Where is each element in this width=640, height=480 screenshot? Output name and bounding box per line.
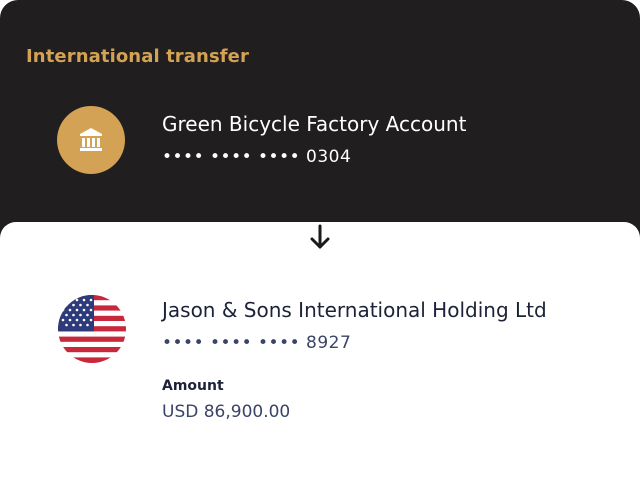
page-title: International transfer (26, 46, 249, 67)
destination-account-name: Jason & Sons International Holding Ltd (162, 298, 547, 322)
arrow-down-icon (310, 224, 330, 249)
us-flag-icon (58, 295, 126, 363)
amount-value: USD 86,900.00 (162, 402, 291, 422)
source-account-panel: International transfer Green Bicycle Fac… (0, 0, 640, 240)
destination-account-number: •••• •••• •••• 8927 (162, 333, 352, 353)
source-account-number: •••• •••• •••• 0304 (162, 147, 352, 167)
source-account-name: Green Bicycle Factory Account (162, 112, 467, 136)
amount-label: Amount (162, 378, 224, 394)
bank-icon (57, 106, 125, 174)
